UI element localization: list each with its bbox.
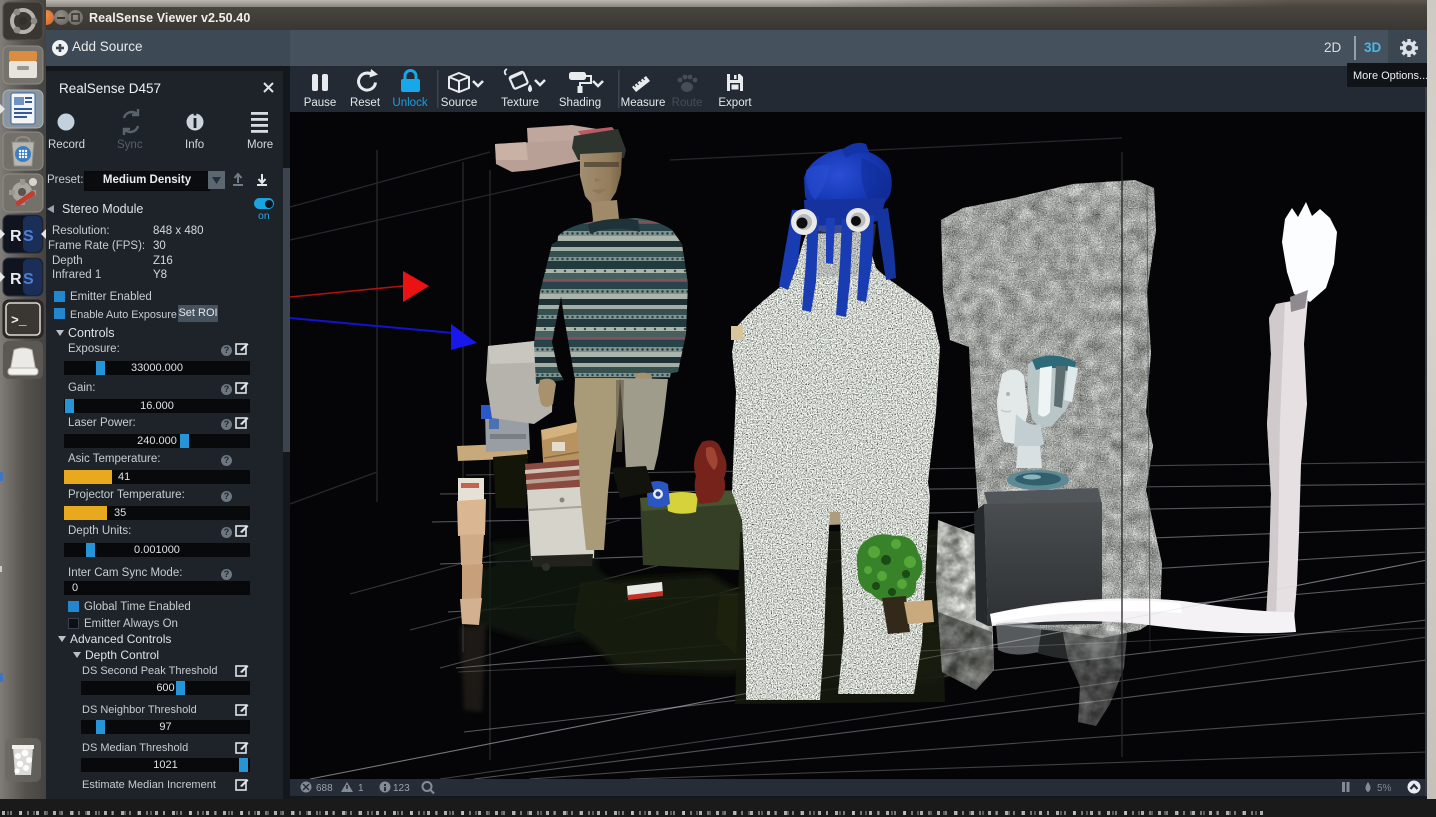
svg-text:S: S — [23, 228, 34, 245]
svg-text:123: 123 — [393, 783, 410, 794]
svg-text:5%: 5% — [1377, 783, 1392, 794]
svg-text:1: 1 — [358, 783, 364, 794]
svg-text:R: R — [10, 271, 22, 288]
svg-text:Info: Info — [185, 139, 204, 151]
svg-text:Sync: Sync — [117, 139, 143, 151]
svg-text:>_: >_ — [11, 313, 27, 328]
svg-text:S: S — [23, 271, 34, 288]
svg-text:More: More — [247, 139, 273, 151]
svg-text:Record: Record — [48, 139, 85, 151]
svg-text:R: R — [10, 228, 22, 245]
svg-text:688: 688 — [316, 783, 333, 794]
